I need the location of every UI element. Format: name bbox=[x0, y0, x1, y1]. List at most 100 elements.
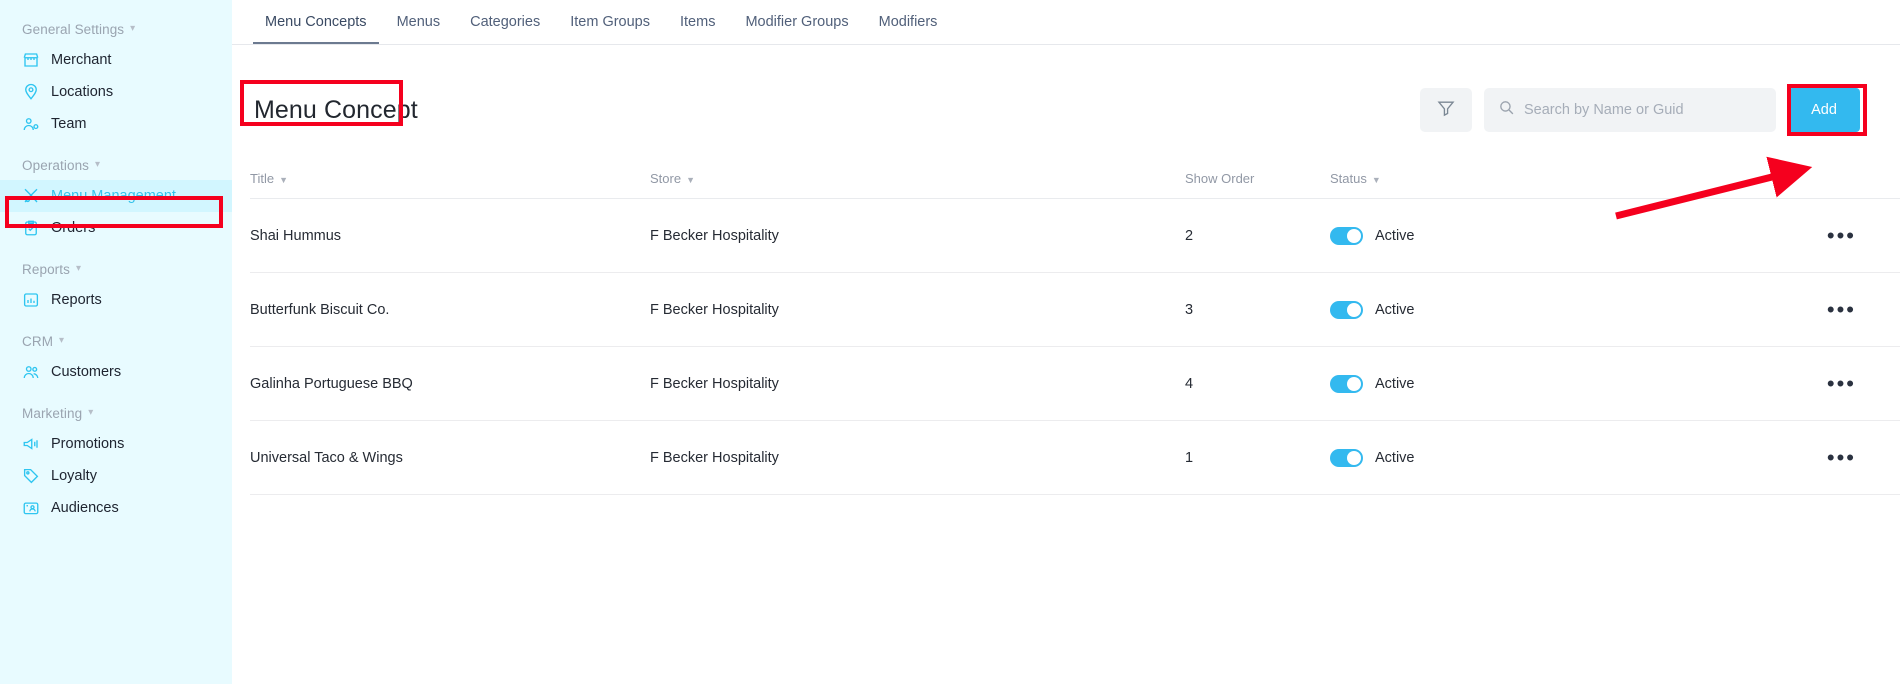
sidebar-group-label-text: Reports bbox=[22, 262, 70, 277]
row-actions-menu-icon[interactable]: ••• bbox=[1827, 298, 1856, 321]
sidebar-item-label: Reports bbox=[51, 292, 102, 308]
sidebar-item-promotions[interactable]: Promotions bbox=[0, 428, 232, 460]
cell-store: F Becker Hospitality bbox=[650, 227, 1185, 245]
toggle-knob bbox=[1347, 376, 1361, 391]
tab-categories[interactable]: Categories bbox=[455, 0, 555, 43]
chevron-down-icon: ▾ bbox=[95, 158, 101, 170]
cell-actions: ••• bbox=[1660, 372, 1900, 395]
table-row[interactable]: Universal Taco & Wings F Becker Hospital… bbox=[250, 421, 1900, 495]
store-icon bbox=[22, 51, 40, 69]
cell-title: Shai Hummus bbox=[250, 227, 650, 245]
tab-label: Items bbox=[680, 14, 716, 30]
column-header-label: Status bbox=[1330, 171, 1367, 186]
row-actions-menu-icon[interactable]: ••• bbox=[1827, 372, 1856, 395]
toggle-knob bbox=[1347, 450, 1361, 465]
sidebar-group-label-crm[interactable]: CRM ▾ bbox=[0, 334, 232, 349]
page-header-row: Menu Concept Add bbox=[232, 80, 1900, 137]
chevron-down-icon: ▾ bbox=[88, 406, 94, 418]
toggle-knob bbox=[1347, 302, 1361, 317]
sidebar-group-label-marketing[interactable]: Marketing ▾ bbox=[0, 406, 232, 421]
sidebar-group-operations: Operations ▾ Menu Management Orders bbox=[0, 158, 232, 244]
sidebar-item-label: Orders bbox=[51, 220, 96, 236]
column-header-label: Store bbox=[650, 171, 682, 186]
sidebar-item-menu-management[interactable]: Menu Management bbox=[0, 180, 232, 212]
sidebar-item-locations[interactable]: Locations bbox=[0, 76, 232, 108]
cell-actions: ••• bbox=[1660, 224, 1900, 247]
cell-show-order: 3 bbox=[1185, 301, 1330, 319]
sidebar-group-marketing: Marketing ▾ Promotions Loyalty Audiences bbox=[0, 406, 232, 524]
data-table: Title ▼ Store ▼ Show Order Status ▼ Shai… bbox=[232, 159, 1900, 495]
sidebar-item-label: Menu Management bbox=[51, 188, 176, 204]
chevron-down-icon: ▾ bbox=[75, 262, 82, 274]
tab-label: Modifiers bbox=[878, 14, 938, 30]
sidebar-group-label-general-settings[interactable]: General Settings ▾ bbox=[0, 22, 232, 37]
column-header-label: Show Order bbox=[1185, 171, 1255, 186]
sidebar-item-label: Locations bbox=[51, 84, 114, 100]
table-row[interactable]: Shai Hummus F Becker Hospitality 2 Activ… bbox=[250, 199, 1900, 273]
search-box[interactable] bbox=[1484, 88, 1776, 132]
cell-value: 3 bbox=[1185, 301, 1194, 318]
status-label: Active bbox=[1375, 227, 1415, 244]
chevron-down-icon: ▾ bbox=[130, 22, 136, 34]
table-header-row: Title ▼ Store ▼ Show Order Status ▼ bbox=[250, 159, 1900, 199]
status-toggle[interactable] bbox=[1330, 226, 1363, 245]
page-title: Menu Concept bbox=[254, 95, 418, 124]
sidebar-group-label-text: CRM bbox=[22, 334, 54, 349]
search-input[interactable] bbox=[1524, 102, 1762, 118]
cell-status: Active bbox=[1330, 374, 1660, 393]
sidebar-group-label-reports[interactable]: Reports ▾ bbox=[0, 262, 232, 277]
cell-show-order: 2 bbox=[1185, 227, 1330, 245]
main-content: Menu Concepts Menus Categories Item Grou… bbox=[232, 0, 1900, 684]
sidebar-item-label: Promotions bbox=[51, 436, 125, 452]
cell-value: 2 bbox=[1185, 227, 1194, 244]
status-toggle[interactable] bbox=[1330, 300, 1363, 319]
table-row[interactable]: Galinha Portuguese BBQ F Becker Hospital… bbox=[250, 347, 1900, 421]
sidebar-item-label: Merchant bbox=[51, 52, 112, 68]
sidebar-group-reports: Reports ▾ Reports bbox=[0, 262, 232, 316]
tab-item-groups[interactable]: Item Groups bbox=[555, 0, 665, 43]
filter-icon bbox=[1436, 98, 1456, 123]
cell-store: F Becker Hospitality bbox=[650, 375, 1185, 393]
sidebar-item-merchant[interactable]: Merchant bbox=[0, 44, 232, 76]
tab-label: Item Groups bbox=[570, 14, 650, 30]
column-header-label: Title bbox=[250, 171, 275, 186]
sidebar-group-label-text: General Settings bbox=[22, 22, 125, 37]
tab-label: Modifier Groups bbox=[745, 14, 849, 30]
cell-store: F Becker Hospitality bbox=[650, 301, 1185, 319]
sidebar-group-label-text: Marketing bbox=[22, 406, 83, 421]
status-toggle[interactable] bbox=[1330, 374, 1363, 393]
tab-items[interactable]: Items bbox=[665, 0, 730, 43]
column-header-title[interactable]: Title ▼ bbox=[250, 171, 650, 186]
row-actions-menu-icon[interactable]: ••• bbox=[1827, 224, 1856, 247]
sidebar-item-label: Loyalty bbox=[51, 468, 97, 484]
cell-value: F Becker Hospitality bbox=[650, 375, 779, 392]
search-icon bbox=[1498, 99, 1515, 121]
cell-title: Butterfunk Biscuit Co. bbox=[250, 301, 650, 319]
cell-status: Active bbox=[1330, 448, 1660, 467]
sidebar-item-loyalty[interactable]: Loyalty bbox=[0, 460, 232, 492]
cutlery-icon bbox=[22, 187, 40, 205]
add-button[interactable]: Add bbox=[1788, 88, 1860, 132]
tab-menu-concepts[interactable]: Menu Concepts bbox=[250, 0, 382, 44]
status-toggle[interactable] bbox=[1330, 448, 1363, 467]
sidebar-item-orders[interactable]: Orders bbox=[0, 212, 232, 244]
column-header-store[interactable]: Store ▼ bbox=[650, 171, 1185, 186]
clipboard-check-icon bbox=[22, 219, 40, 237]
tab-menus[interactable]: Menus bbox=[382, 0, 456, 43]
sidebar-group-label-operations[interactable]: Operations ▾ bbox=[0, 158, 232, 173]
tab-modifiers[interactable]: Modifiers bbox=[864, 0, 953, 43]
sidebar-group-label-text: Operations bbox=[22, 158, 90, 173]
cell-show-order: 1 bbox=[1185, 449, 1330, 467]
sidebar-item-audiences[interactable]: Audiences bbox=[0, 492, 232, 524]
sidebar-item-reports[interactable]: Reports bbox=[0, 284, 232, 316]
sidebar-item-customers[interactable]: Customers bbox=[0, 356, 232, 388]
cell-status: Active bbox=[1330, 226, 1660, 245]
tab-modifier-groups[interactable]: Modifier Groups bbox=[730, 0, 863, 43]
filter-button[interactable] bbox=[1420, 88, 1472, 132]
content-area: Menu Concept Add bbox=[232, 45, 1900, 495]
table-row[interactable]: Butterfunk Biscuit Co. F Becker Hospital… bbox=[250, 273, 1900, 347]
sidebar-item-team[interactable]: Team bbox=[0, 108, 232, 140]
row-actions-menu-icon[interactable]: ••• bbox=[1827, 446, 1856, 469]
status-label: Active bbox=[1375, 375, 1415, 392]
column-header-status[interactable]: Status ▼ bbox=[1330, 171, 1660, 186]
